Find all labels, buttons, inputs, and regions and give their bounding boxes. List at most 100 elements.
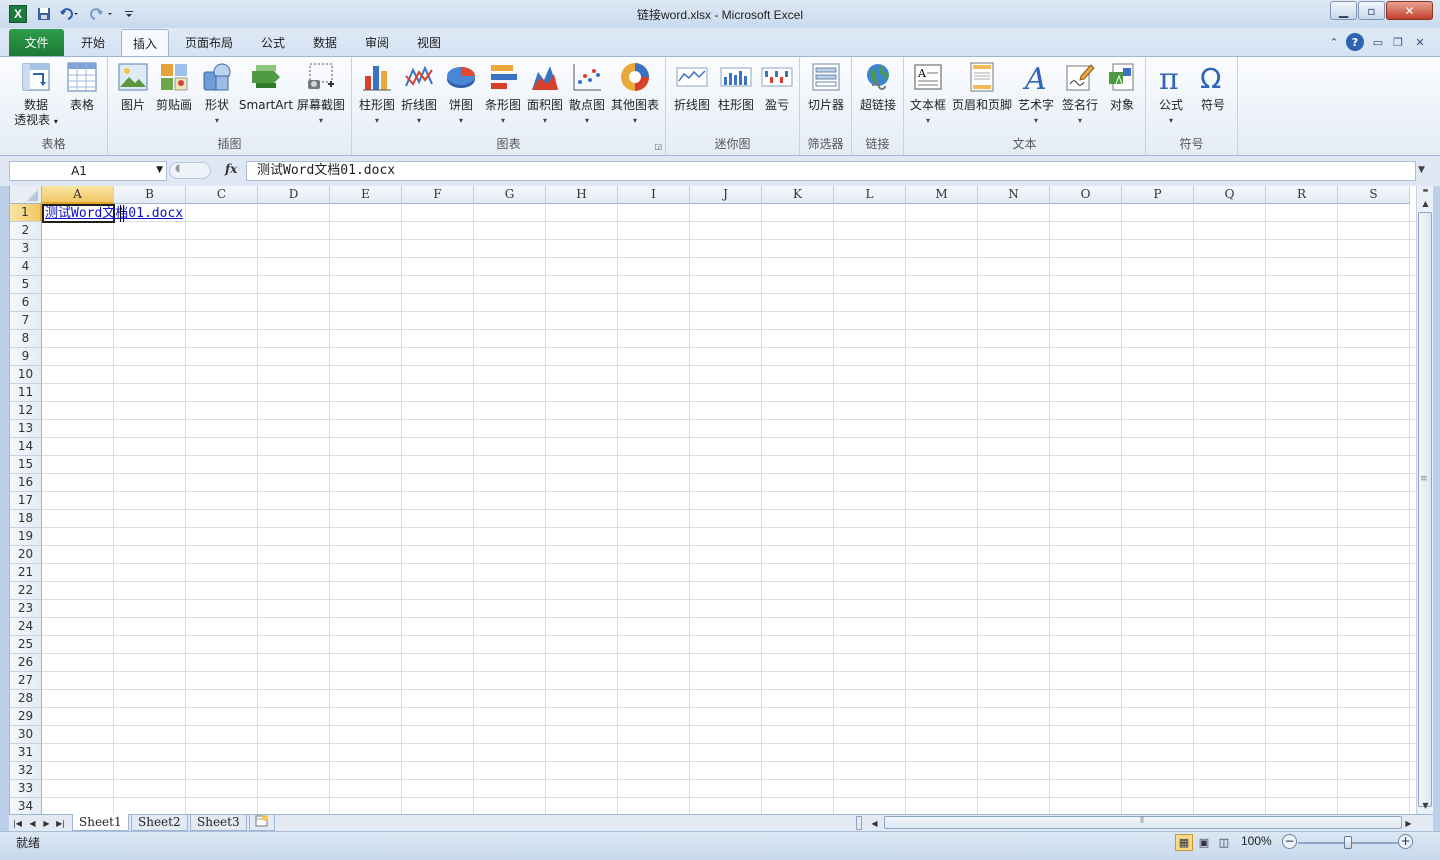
cell-a1-hyperlink[interactable]: 测试Word文档01.docx [45, 205, 183, 222]
tab-insert[interactable]: 插入 [121, 29, 170, 56]
tab-formulas[interactable]: 公式 [250, 29, 296, 56]
scroll-up-icon[interactable]: ▲ [1417, 195, 1434, 211]
row-header-9[interactable]: 9 [10, 348, 42, 366]
insert-worksheet-icon[interactable] [249, 814, 275, 831]
column-header-h[interactable]: H [546, 186, 618, 204]
formula-input[interactable]: 测试Word文档01.docx [246, 161, 1416, 181]
tab-home[interactable]: 开始 [70, 29, 116, 56]
slicer-button[interactable]: 切片器 [804, 59, 848, 131]
row-header-18[interactable]: 18 [10, 510, 42, 528]
row-header-8[interactable]: 8 [10, 330, 42, 348]
sheet-tab-sheet1[interactable]: Sheet1 [72, 814, 129, 831]
next-sheet-icon[interactable]: ▶ [40, 816, 53, 830]
row-header-4[interactable]: 4 [10, 258, 42, 276]
tab-split-handle[interactable] [856, 816, 862, 830]
header-footer-button[interactable]: 页眉和页脚 [950, 59, 1014, 131]
pivot-table-button[interactable]: 数据 透视表 ▾ [10, 59, 62, 131]
row-header-16[interactable]: 16 [10, 474, 42, 492]
zoom-out-icon[interactable]: − [1282, 834, 1297, 849]
name-box[interactable]: A1 ▼ [9, 161, 167, 181]
row-header-34[interactable]: 34 [10, 798, 42, 814]
other-charts-button[interactable]: 其他图表 ▾ [608, 59, 662, 131]
row-header-27[interactable]: 27 [10, 672, 42, 690]
prev-sheet-icon[interactable]: ◀ [26, 816, 39, 830]
row-header-11[interactable]: 11 [10, 384, 42, 402]
horizontal-scroll-thumb[interactable]: ⦀ [884, 816, 1402, 829]
line-chart-button[interactable]: 折线图 ▾ [398, 59, 440, 131]
row-header-32[interactable]: 32 [10, 762, 42, 780]
zoom-level[interactable]: 100% [1241, 834, 1272, 848]
row-header-33[interactable]: 33 [10, 780, 42, 798]
tab-page-layout[interactable]: 页面布局 [174, 29, 244, 56]
column-header-d[interactable]: D [258, 186, 330, 204]
workbook-close-icon[interactable]: ✕ [1412, 34, 1428, 50]
expand-formula-bar-icon[interactable]: ▼ [1418, 165, 1425, 175]
row-header-15[interactable]: 15 [10, 456, 42, 474]
tab-file[interactable]: 文件 [9, 29, 64, 56]
signature-line-button[interactable]: 签名行 ▾ [1058, 59, 1102, 131]
charts-dialog-launcher-icon[interactable]: ◲ [654, 142, 662, 151]
sheet-tab-sheet3[interactable]: Sheet3 [190, 814, 247, 831]
sparkline-line-button[interactable]: 折线图 [670, 59, 714, 131]
symbol-button[interactable]: Ω 符号 [1192, 59, 1234, 131]
column-header-f[interactable]: F [402, 186, 474, 204]
hyperlink-button[interactable]: 超链接 [856, 59, 900, 131]
first-sheet-icon[interactable]: |◀ [11, 816, 24, 830]
column-header-n[interactable]: N [978, 186, 1050, 204]
sparkline-column-button[interactable]: 柱形图 [714, 59, 758, 131]
select-all-corner[interactable] [10, 186, 42, 204]
zoom-in-icon[interactable]: + [1398, 834, 1413, 849]
row-header-26[interactable]: 26 [10, 654, 42, 672]
column-header-k[interactable]: K [762, 186, 834, 204]
column-header-e[interactable]: E [330, 186, 402, 204]
page-break-preview-icon[interactable]: ◫ [1215, 834, 1233, 851]
table-button[interactable]: 表格 [62, 59, 102, 131]
row-header-21[interactable]: 21 [10, 564, 42, 582]
zoom-slider-knob[interactable] [1344, 836, 1352, 849]
column-header-l[interactable]: L [834, 186, 906, 204]
column-header-q[interactable]: Q [1194, 186, 1266, 204]
minimize-button[interactable]: ▁ [1330, 1, 1357, 20]
pie-chart-button[interactable]: 饼图 ▾ [442, 59, 480, 131]
scroll-right-icon[interactable]: ▶ [1402, 816, 1415, 830]
row-header-22[interactable]: 22 [10, 582, 42, 600]
last-sheet-icon[interactable]: ▶| [54, 816, 67, 830]
row-header-14[interactable]: 14 [10, 438, 42, 456]
row-header-30[interactable]: 30 [10, 726, 42, 744]
row-header-2[interactable]: 2 [10, 222, 42, 240]
area-chart-button[interactable]: 面积图 ▾ [524, 59, 566, 131]
cells-area[interactable] [42, 204, 1416, 814]
sheet-tab-sheet2[interactable]: Sheet2 [131, 814, 188, 831]
column-header-a[interactable]: A [42, 186, 114, 204]
tab-view[interactable]: 视图 [406, 29, 452, 56]
column-header-r[interactable]: R [1266, 186, 1338, 204]
row-header-10[interactable]: 10 [10, 366, 42, 384]
screenshot-button[interactable]: 屏幕截图 ▾ [294, 59, 348, 131]
column-chart-button[interactable]: 柱形图 ▾ [356, 59, 398, 131]
column-header-c[interactable]: C [186, 186, 258, 204]
insert-function-icon[interactable]: fx [225, 162, 237, 176]
scatter-chart-button[interactable]: 散点图 ▾ [566, 59, 608, 131]
name-box-dropdown-icon[interactable]: ▼ [156, 165, 163, 175]
row-header-5[interactable]: 5 [10, 276, 42, 294]
horizontal-scrollbar[interactable]: ◀ ⦀ ▶ [856, 815, 1422, 831]
row-header-3[interactable]: 3 [10, 240, 42, 258]
scroll-left-icon[interactable]: ◀ [868, 816, 881, 830]
row-header-20[interactable]: 20 [10, 546, 42, 564]
scroll-down-icon[interactable]: ▼ [1417, 797, 1434, 813]
row-header-25[interactable]: 25 [10, 636, 42, 654]
column-header-m[interactable]: M [906, 186, 978, 204]
column-header-o[interactable]: O [1050, 186, 1122, 204]
tab-data[interactable]: 数据 [302, 29, 348, 56]
object-button[interactable]: 对象 [1102, 59, 1142, 131]
tab-review[interactable]: 审阅 [354, 29, 400, 56]
row-header-28[interactable]: 28 [10, 690, 42, 708]
column-header-p[interactable]: P [1122, 186, 1194, 204]
shapes-button[interactable]: 形状 ▾ [198, 59, 236, 131]
split-box-icon[interactable]: ▬ [1417, 186, 1434, 194]
maximize-button[interactable]: ▫ [1358, 1, 1385, 20]
workbook-restore-icon[interactable]: ❐ [1390, 34, 1406, 50]
row-header-24[interactable]: 24 [10, 618, 42, 636]
row-header-12[interactable]: 12 [10, 402, 42, 420]
column-header-i[interactable]: I [618, 186, 690, 204]
